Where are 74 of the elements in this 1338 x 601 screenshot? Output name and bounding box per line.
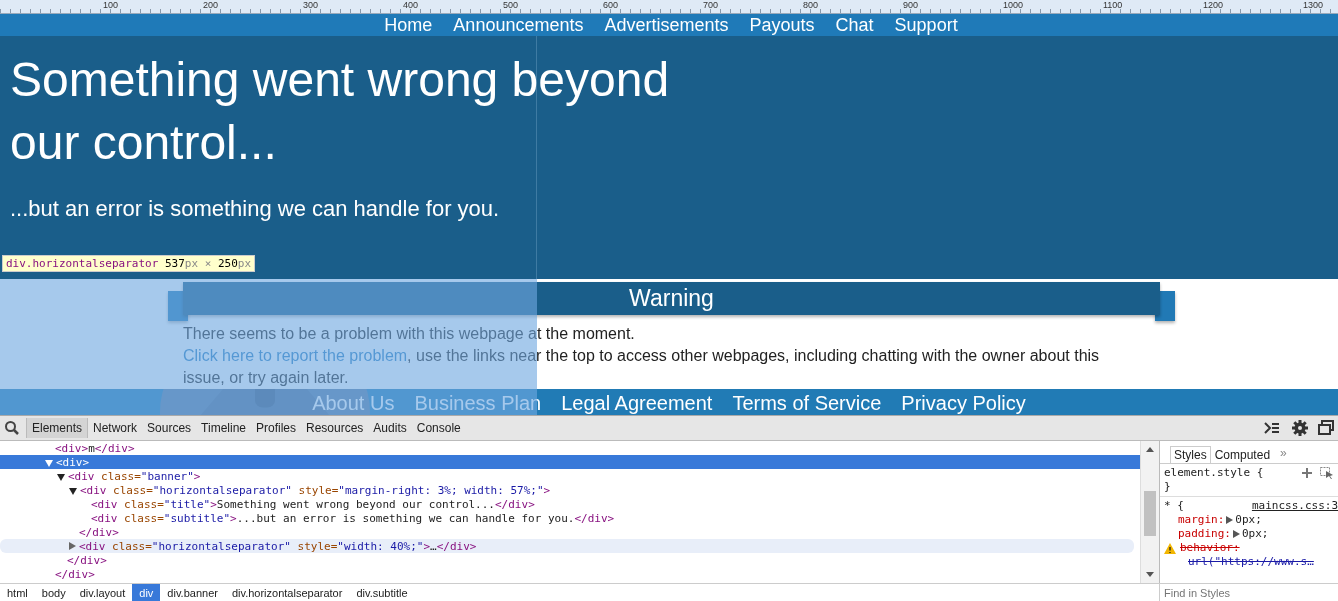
collapsed-arrow-icon[interactable] <box>69 542 76 550</box>
devtools-tab[interactable]: Resources <box>301 418 369 438</box>
css-property-name: margin: <box>1178 513 1225 527</box>
warning-ribbon: Warning <box>183 282 1160 315</box>
css-property-value: 0px; <box>1242 527 1269 541</box>
dom-tree-row[interactable]: <div class="horizontalseparator" style="width: 40%;">…</div> <box>0 539 1134 553</box>
dom-closing-tag: </div> <box>0 525 1140 539</box>
dom-tree-row[interactable]: <div class="subtitle">...but an error is something we can handle for you.</div> <box>0 511 1140 525</box>
ruler-label: 1000 <box>1003 1 1024 10</box>
ruler-label: 700 <box>703 1 719 10</box>
ruler-label: 800 <box>803 1 819 10</box>
styles-tab[interactable]: Styles <box>1170 446 1211 463</box>
devtools-tab[interactable]: Network <box>88 418 143 438</box>
devtools-tab[interactable]: Profiles <box>251 418 301 438</box>
dom-tree-row[interactable]: <div class="banner"> <box>0 469 1140 483</box>
expanded-arrow-icon[interactable] <box>69 487 77 495</box>
footer-link[interactable]: Privacy Policy <box>901 389 1026 415</box>
ruler-label: 1100 <box>1103 1 1123 10</box>
dom-closing-tag: </div> <box>0 553 1140 567</box>
nav-link[interactable]: Advertisements <box>604 14 729 36</box>
ruler-label: 1200 <box>1203 1 1224 10</box>
dom-tree-row[interactable]: <div>m</div> <box>0 441 1140 455</box>
scrollbar[interactable] <box>1140 441 1159 583</box>
dom-tree-row[interactable]: <div class="title">Something went wrong beyond our control...</div> <box>0 497 1140 511</box>
ruler-label: 600 <box>603 1 619 10</box>
search-icon[interactable] <box>4 420 20 436</box>
breadcrumb[interactable]: div.subtitle <box>349 584 415 601</box>
plus-icon[interactable] <box>1302 468 1312 478</box>
ruler-label: 500 <box>503 1 519 10</box>
nav-link[interactable]: Payouts <box>749 14 815 36</box>
settings-icon[interactable] <box>1292 420 1308 436</box>
breadcrumb[interactable]: div.horizontalseparator <box>224 584 350 601</box>
ruler-label: 300 <box>303 1 319 10</box>
nav-link[interactable]: Support <box>894 14 958 36</box>
breadcrumb[interactable]: div <box>132 584 161 601</box>
breadcrumb[interactable]: html <box>0 584 35 601</box>
nav-link[interactable]: Chat <box>835 14 874 36</box>
expanded-arrow-icon[interactable] <box>57 473 65 481</box>
styles-tab[interactable]: Computed <box>1210 446 1275 463</box>
console-drawer-icon[interactable] <box>1264 421 1280 435</box>
css-property-value: 0px; <box>1235 513 1262 527</box>
ruler-label: 100 <box>103 1 119 10</box>
css-property-value: url("https://www.s… <box>1188 555 1314 569</box>
brace: } <box>1164 480 1171 494</box>
nav-link[interactable]: Announcements <box>453 14 584 36</box>
element-style-selector: element.style { <box>1164 466 1264 480</box>
ruler-label: 200 <box>203 1 219 10</box>
devtools-tab[interactable]: Console <box>411 418 466 438</box>
devtools-tab[interactable]: Sources <box>142 418 197 438</box>
footer-link[interactable]: Terms of Service <box>732 389 882 415</box>
element-state-icon[interactable] <box>1320 467 1334 479</box>
rule-selector: * { <box>1164 499 1184 513</box>
devtools-tab[interactable]: Elements <box>26 418 89 438</box>
dom-tree-row[interactable]: <div> <box>0 455 1140 469</box>
breadcrumb[interactable]: div.layout <box>72 584 133 601</box>
breadcrumb[interactable]: body <box>34 584 73 601</box>
element-size-tooltip: div.horizontalseparator 537px × 250px <box>2 255 256 272</box>
stylesheet-link[interactable]: maincss.css:3 <box>1251 499 1338 513</box>
breadcrumb[interactable]: div.banner <box>160 584 225 601</box>
dom-closing-tag: </div> <box>0 567 1140 581</box>
error-title: Something went wrong beyond our control... <box>10 52 671 171</box>
devtools-tab[interactable]: Timeline <box>196 418 251 438</box>
css-property-name: behavior: <box>1180 541 1240 555</box>
dom-tree-row[interactable]: <div class="horizontalseparator" style="margin-right: 3%; width: 57%;"> <box>0 483 1140 497</box>
nav-link[interactable]: Home <box>384 14 433 36</box>
ruler-label: 400 <box>403 1 419 10</box>
devtools-tab[interactable]: Audits <box>368 418 412 438</box>
footer-link[interactable]: Legal Agreement <box>561 389 713 415</box>
ruler-label: 900 <box>903 1 919 10</box>
more-tabs-button[interactable]: » <box>1280 446 1287 460</box>
error-subtitle: ...but an error is something we can handle for you. <box>10 196 501 222</box>
ruler-label: 1300 <box>1303 1 1324 10</box>
css-property-name: padding: <box>1178 527 1231 541</box>
dock-icon[interactable] <box>1318 420 1334 436</box>
